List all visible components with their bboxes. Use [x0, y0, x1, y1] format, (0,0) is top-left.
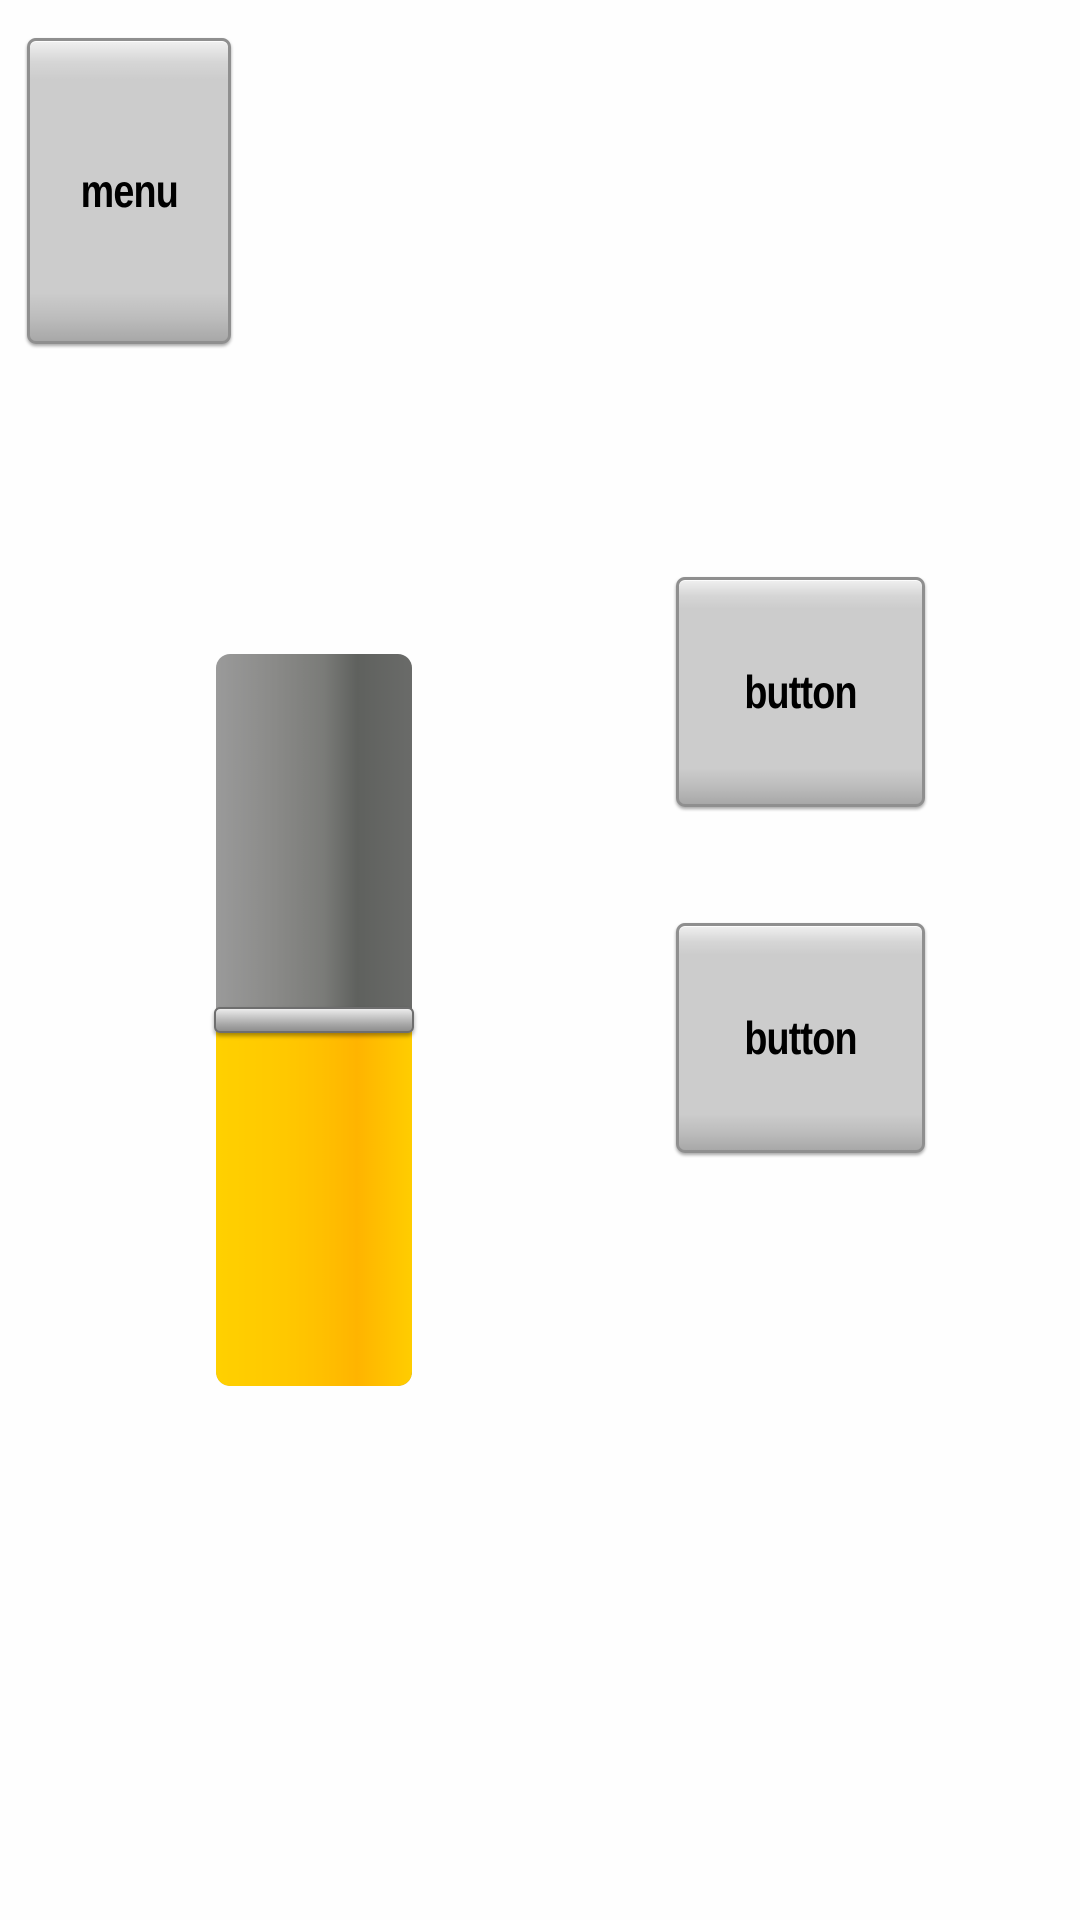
screen: menu button button: [0, 0, 1080, 1920]
slider-fill: [216, 1020, 412, 1386]
button-2-label: button: [744, 1012, 857, 1064]
menu-button-label: menu: [80, 165, 178, 217]
slider-thumb[interactable]: [214, 1007, 414, 1033]
button-1-label: button: [744, 666, 857, 718]
menu-button[interactable]: menu: [27, 38, 231, 344]
button-2[interactable]: button: [676, 923, 925, 1153]
button-1[interactable]: button: [676, 577, 925, 807]
